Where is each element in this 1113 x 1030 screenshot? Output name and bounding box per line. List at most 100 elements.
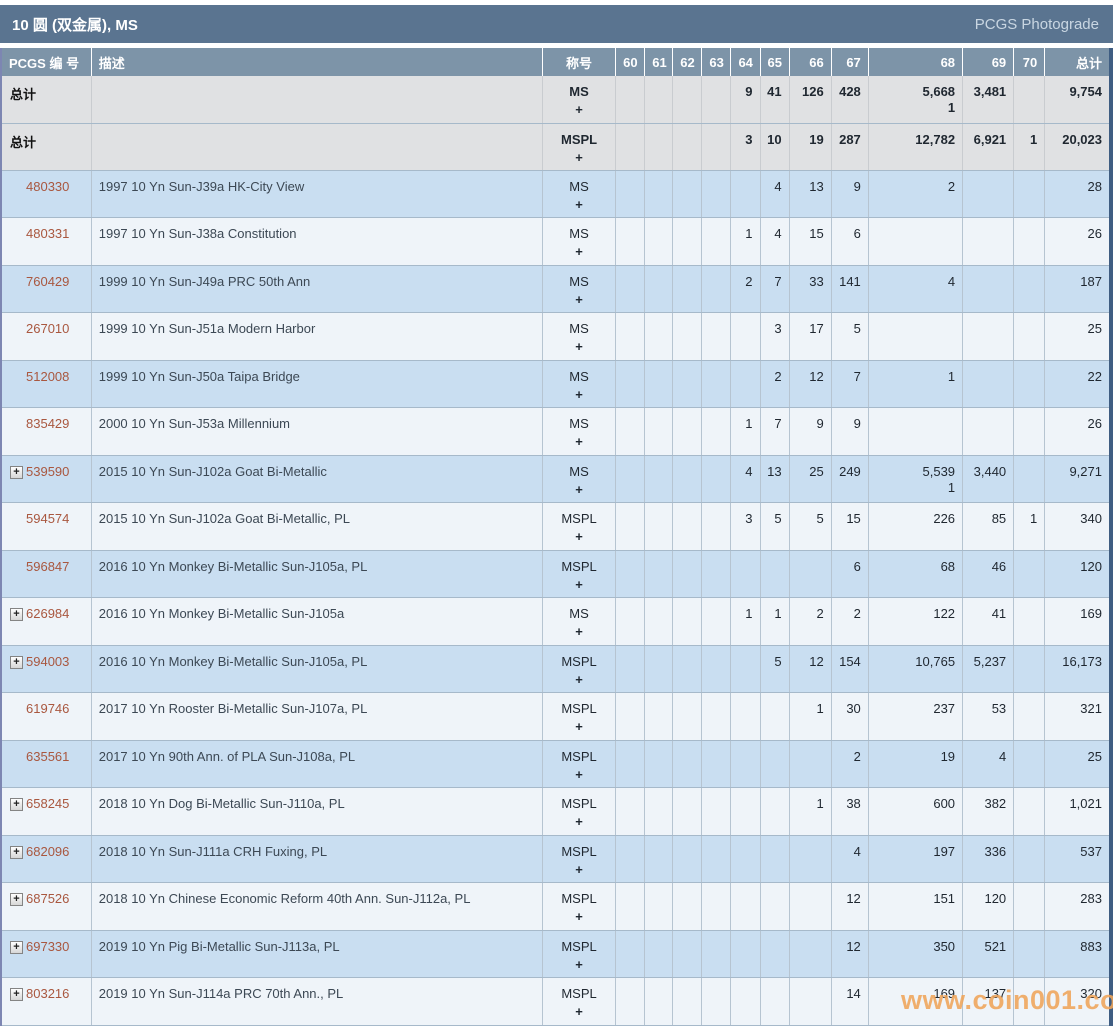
pcgs-number-link[interactable]: 626984 (26, 606, 69, 621)
pcgs-number-link[interactable]: 697330 (26, 939, 69, 954)
grade-62-cell (672, 835, 703, 883)
grade-63-cell (701, 217, 732, 266)
row-total-value: 9,754 (1069, 84, 1102, 99)
grade-69-count: 137 (984, 986, 1007, 1001)
pcgs-number-link[interactable]: 760429 (26, 274, 69, 289)
grade-68-count: 226 (933, 511, 956, 526)
table-row: 267010 1999 10 Yn Sun-J51a Modern Harbor M… (1, 312, 1111, 361)
row-total-cell: 9,754 (1044, 76, 1111, 124)
pcgs-number-link[interactable]: 803216 (26, 986, 69, 1001)
grade-65-cell (760, 882, 790, 931)
grade-67-count: 9 (853, 178, 861, 194)
grade-65-cell: 7 (760, 265, 790, 313)
grade-68-cell: 5,539 1 (868, 455, 964, 503)
grade-68-count: 5,668 (922, 84, 956, 99)
designation-cell: MSPL + (542, 692, 617, 741)
grade-63-cell (701, 835, 732, 883)
pcgs-number-link[interactable]: 687526 (26, 891, 69, 906)
row-total-value: 883 (1080, 938, 1102, 954)
grade-61-cell (644, 692, 674, 741)
description-cell: 1999 10 Yn Sun-J50a Taipa Bridge (91, 360, 543, 408)
plus-label: + (575, 576, 583, 592)
pcgs-number-link[interactable]: 835429 (26, 416, 69, 431)
coin-description: 1999 10 Yn Sun-J51a Modern Harbor (98, 321, 316, 336)
pcgs-number-link[interactable]: 267010 (26, 321, 69, 336)
grade-65-count: 3 (774, 321, 782, 336)
grade-61-cell (644, 360, 674, 408)
grade-60-cell (615, 692, 646, 741)
grade-69-count: 3,440 (973, 463, 1007, 479)
grade-62-cell (672, 977, 703, 1026)
plus-label: + (575, 339, 583, 354)
photograde-link[interactable]: PCGS Photograde (975, 16, 1099, 33)
column-header-total: 总计 (1044, 48, 1111, 76)
expand-plus-icon[interactable]: + (10, 893, 23, 906)
pcgs-number-link[interactable]: 635561 (26, 749, 69, 764)
grade-60-cell (615, 597, 646, 646)
grade-63-cell (701, 882, 732, 931)
grade-61-cell (644, 977, 674, 1026)
expand-plus-icon[interactable]: + (10, 988, 23, 1001)
expand-plus-icon[interactable]: + (10, 940, 23, 954)
plus-label: + (575, 386, 583, 402)
grade-61-cell (644, 76, 674, 124)
expand-plus-icon[interactable]: + (10, 798, 23, 811)
description-cell: 2018 10 Yn Chinese Economic Reform 40th … (91, 882, 543, 931)
grade-69-count: 3,481 (973, 84, 1007, 99)
grade-70-cell (1013, 645, 1046, 693)
pcgs-number-cell: +626984 (1, 597, 92, 646)
pcgs-number-link[interactable]: 596847 (26, 559, 69, 574)
grade-67-cell: 15 (831, 502, 869, 551)
row-total-cell: 20,023 (1044, 123, 1111, 171)
grade-65-count: 41 (767, 84, 782, 99)
column-header-grade-67: 67 (831, 48, 869, 76)
grade-68-cell: 169 (868, 977, 964, 1026)
totals-row: 总计 MS +9 41 126 428 5,668 1 3,481 9,754 (1, 76, 1111, 124)
grade-68-count: 350 (933, 938, 956, 954)
grade-65-cell: 5 (760, 502, 790, 551)
expand-plus-icon[interactable]: + (10, 655, 23, 669)
grade-67-cell: 7 (831, 360, 869, 408)
grade-66-count: 2 (816, 606, 824, 621)
pcgs-number-link[interactable]: 594003 (26, 654, 69, 669)
grade-66-cell (789, 740, 832, 788)
grade-70-cell (1013, 170, 1046, 218)
description-cell (91, 76, 543, 124)
grade-64-cell (730, 740, 761, 788)
coin-description: 2016 10 Yn Monkey Bi-Metallic Sun-J105a,… (98, 558, 368, 574)
pcgs-number-link[interactable]: 658245 (26, 796, 69, 811)
pcgs-number-link[interactable]: 480330 (26, 179, 69, 194)
pcgs-number-link[interactable]: 619746 (26, 701, 69, 716)
expand-plus-icon[interactable]: + (10, 845, 23, 859)
description-cell: 2018 10 Yn Sun-J111a CRH Fuxing, PL (91, 835, 543, 883)
expand-plus-icon[interactable]: + (10, 608, 23, 621)
grade-63-cell (701, 645, 732, 693)
grade-68-count: 4 (947, 273, 956, 289)
pcgs-number-link[interactable]: 594574 (26, 511, 69, 526)
designation-cell: MSPL + (542, 787, 617, 836)
designation-label: MS (569, 226, 589, 241)
grade-64-cell: 3 (730, 123, 761, 171)
grade-69-cell: 382 (962, 787, 1015, 836)
grade-61-cell (644, 217, 674, 266)
grade-63-cell (701, 170, 732, 218)
grade-63-cell (701, 977, 732, 1026)
pcgs-number-link[interactable]: 512008 (26, 369, 69, 384)
grade-69-cell (962, 265, 1015, 313)
column-header-description: 描述 (91, 48, 543, 76)
description-cell: 2019 10 Yn Sun-J114a PRC 70th Ann., PL (91, 977, 543, 1026)
grade-69-cell (962, 407, 1015, 456)
grade-67-count: 9 (853, 416, 861, 431)
grade-70-count: 1 (1030, 131, 1038, 147)
pcgs-number-cell: +539590 (1, 455, 92, 503)
grade-65-cell (760, 740, 790, 788)
coin-description: 1997 10 Yn Sun-J39a HK-City View (98, 178, 305, 194)
pcgs-number-link[interactable]: 539590 (26, 464, 69, 479)
description-cell: 1999 10 Yn Sun-J49a PRC 50th Ann (91, 265, 543, 313)
pcgs-number-link[interactable]: 480331 (26, 226, 69, 241)
grade-68-cell: 197 (868, 835, 964, 883)
grade-67-count: 428 (839, 84, 861, 99)
expand-plus-icon[interactable]: + (10, 465, 23, 479)
grade-66-cell (789, 882, 832, 931)
pcgs-number-link[interactable]: 682096 (26, 844, 69, 859)
